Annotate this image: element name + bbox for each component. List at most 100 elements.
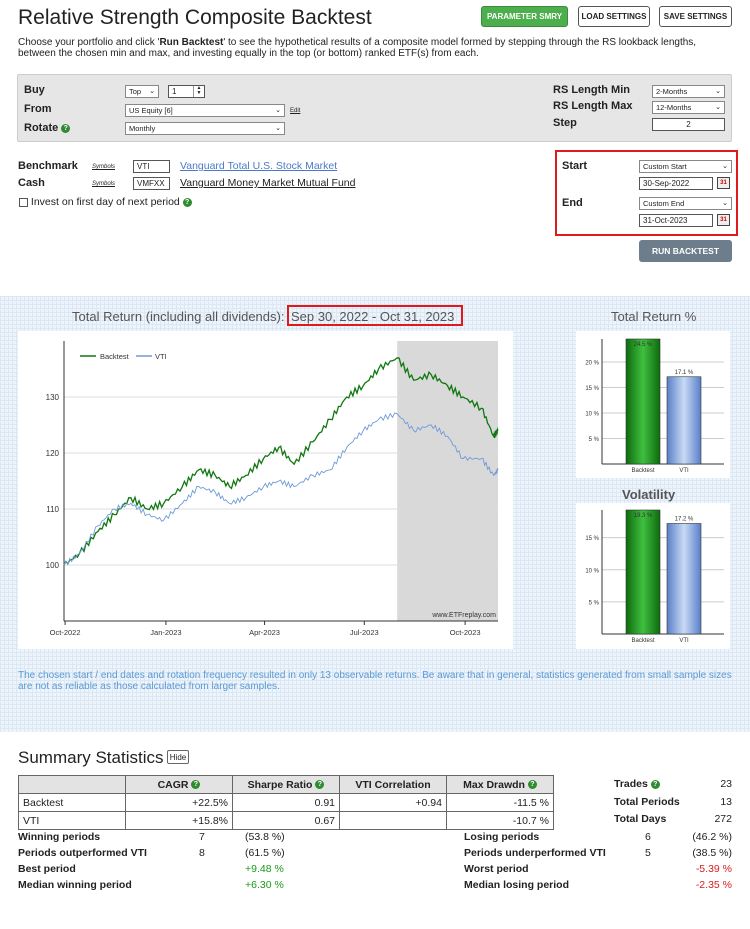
y-tick-label: 10 % <box>585 411 599 417</box>
cash-symbol-input[interactable]: VMFXX <box>133 177 170 190</box>
stat-value: (53.8 %) <box>245 831 285 843</box>
x-tick-label: Jul-2023 <box>350 628 379 637</box>
hide-summary-button[interactable]: Hide <box>167 750 189 764</box>
benchmark-name-link[interactable]: Vanguard Total U.S. Stock Market <box>180 160 337 172</box>
main-chart-range: Sep 30, 2022 - Oct 31, 2023 <box>291 309 455 324</box>
summary-title: Summary Statistics <box>18 748 164 767</box>
y-tick-label: 130 <box>46 393 60 402</box>
info-icon[interactable]: ? <box>527 780 537 790</box>
x-tick-label: Oct-2023 <box>450 628 481 637</box>
chevron-down-icon: ⌄ <box>715 88 721 95</box>
days-label: Total Days <box>614 813 667 825</box>
x-tick-label: VTI <box>679 468 689 474</box>
benchmark-label: Benchmark <box>18 160 78 172</box>
calendar-icon[interactable]: 31 <box>717 177 730 189</box>
from-select[interactable]: US Equity [6] ⌄ <box>125 104 285 117</box>
stat-count: 5 <box>645 847 651 859</box>
end-mode-select[interactable]: Custom End ⌄ <box>639 197 732 210</box>
stepper-arrows-icon[interactable]: ▲ ▼ <box>193 86 204 97</box>
chevron-down-icon: ⌄ <box>722 200 728 207</box>
start-label: Start <box>562 160 588 172</box>
save-settings-button[interactable]: SAVE SETTINGS <box>659 6 732 27</box>
stat-value: (46.2 %) <box>692 831 732 843</box>
cash-label: Cash <box>18 177 45 189</box>
buy-label: Buy <box>24 84 45 96</box>
end-label: End <box>562 197 583 209</box>
bar-vti <box>666 376 702 465</box>
y-tick-label: 15 % <box>585 386 599 392</box>
watermark: www.ETFreplay.com <box>431 612 496 619</box>
rs-max-select[interactable]: 12-Months ⌄ <box>652 101 725 114</box>
days-value: 272 <box>714 813 732 825</box>
volatility-bar-chart-box: 5 % 10 % 15 % 19.3 % Backtest 17.2 % VTI <box>576 503 730 649</box>
x-tick-label: Backtest <box>631 468 654 474</box>
stat-count: 8 <box>199 847 205 859</box>
rotate-select[interactable]: Monthly ⌄ <box>125 122 285 135</box>
chevron-down-icon: ⌄ <box>275 107 281 114</box>
stat-label: Losing periods <box>464 831 540 843</box>
info-icon[interactable]: ? <box>61 123 71 133</box>
y-tick-label: 20 % <box>585 360 599 366</box>
cash-symbols-link[interactable]: Symbols <box>92 181 115 187</box>
y-tick-label: 5 % <box>589 600 600 606</box>
step-input[interactable]: 2 <box>652 118 725 131</box>
info-icon[interactable]: ? <box>182 197 192 207</box>
summary-header-row: CAGR ? Sharpe Ratio ? VTI Correlation Ma… <box>18 775 554 794</box>
stat-value: (38.5 %) <box>692 847 732 859</box>
trades-value: 23 <box>720 778 732 790</box>
total-return-bar-chart: 5 % 10 % 15 % 20 % 24.5 % Backtest 17.1 % VTI <box>585 338 724 474</box>
info-icon[interactable]: ? <box>191 780 201 790</box>
invest-checkbox-row[interactable]: Invest on first day of next period ? <box>19 196 192 208</box>
x-tick-label: VTI <box>679 638 689 644</box>
trades-label: Trades ? <box>614 778 660 790</box>
header-cagr: CAGR ? <box>125 775 233 794</box>
total-return-bar-title: Total Return % <box>611 309 697 324</box>
end-date-input[interactable]: 31-Oct-2023 <box>639 214 713 227</box>
run-backtest-button[interactable]: RUN BACKTEST <box>639 240 732 262</box>
buy-select[interactable]: Top ⌄ <box>125 85 159 98</box>
stat-label: Median losing period <box>464 879 570 891</box>
bar-backtest <box>625 509 661 635</box>
stat-value: +9.48 % <box>245 863 284 875</box>
chevron-down-icon: ⌄ <box>722 163 728 170</box>
data-label: 17.2 % <box>675 516 694 522</box>
header-sharpe: Sharpe Ratio ? <box>232 775 340 794</box>
settings-panel: Buy Top ⌄ 1 ▲ ▼ From US Equity [6] ⌄ Edit Ro… <box>17 74 732 142</box>
load-settings-button[interactable]: LOAD SETTINGS <box>578 6 650 27</box>
summary-table: CAGR ? Sharpe Ratio ? VTI Correlation Ma… <box>18 775 554 830</box>
parameter-summary-button[interactable]: PARAMETER SMRY <box>481 6 568 27</box>
periods-label: Total Periods <box>614 796 680 808</box>
data-label: 19.3 % <box>634 513 653 519</box>
buy-count-stepper[interactable]: 1 ▲ ▼ <box>168 85 205 98</box>
step-label: Step <box>553 117 577 129</box>
y-tick-label: 15 % <box>585 536 599 542</box>
calendar-icon[interactable]: 31 <box>717 214 730 226</box>
table-row: Backtest +22.5% 0.91 +0.94 -11.5 % <box>18 793 554 812</box>
rs-min-select[interactable]: 2-Months ⌄ <box>652 85 725 98</box>
chevron-down-icon: ⌄ <box>275 125 281 132</box>
edit-link[interactable]: Edit <box>290 108 300 114</box>
cash-name-link[interactable]: Vanguard Money Market Mutual Fund <box>180 177 355 189</box>
start-mode-select[interactable]: Custom Start ⌄ <box>639 160 732 173</box>
bar-backtest <box>625 338 661 465</box>
info-icon[interactable]: ? <box>315 780 325 790</box>
start-date-input[interactable]: 30-Sep-2022 <box>639 177 713 190</box>
main-chart-title: Total Return (including all dividends): <box>72 309 285 324</box>
main-chart: 100 110 120 130 Oct-2022 Jan-2023 Apr-2023 Jul-… <box>18 331 513 649</box>
stat-value: (61.5 %) <box>245 847 285 859</box>
page-title: Relative Strength Composite Backtest <box>18 6 372 29</box>
benchmark-symbol-input[interactable]: VTI <box>133 160 170 173</box>
y-tick-label: 5 % <box>589 437 600 443</box>
data-label: 17.1 % <box>675 370 694 376</box>
stat-label: Worst period <box>464 863 529 875</box>
stat-label: Median winning period <box>18 879 132 891</box>
benchmark-symbols-link[interactable]: Symbols <box>92 164 115 170</box>
info-icon[interactable]: ? <box>650 779 660 789</box>
stat-value: -2.35 % <box>695 879 732 891</box>
chevron-down-icon: ⌄ <box>715 104 721 111</box>
y-tick-label: 110 <box>46 505 59 514</box>
y-tick-label: 100 <box>46 561 60 570</box>
total-return-bar-chart-box: 5 % 10 % 15 % 20 % 24.5 % Backtest 17.1 % VTI <box>576 331 730 478</box>
invest-checkbox[interactable] <box>19 197 28 207</box>
volatility-bar-title: Volatility <box>622 487 676 502</box>
